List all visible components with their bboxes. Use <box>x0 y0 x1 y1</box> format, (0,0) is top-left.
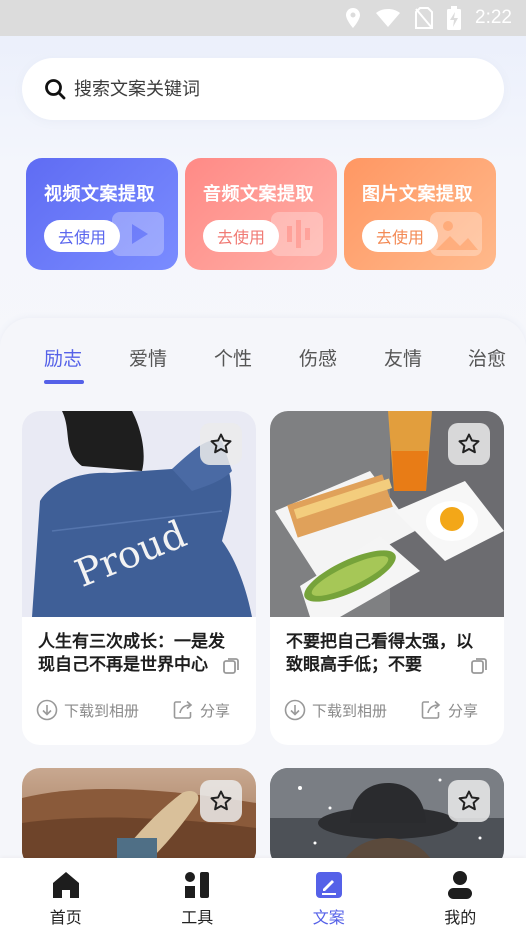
star-icon <box>458 433 480 454</box>
download-label: 下载到相册 <box>312 701 388 720</box>
quote-text: 不要把自己看得太强，以致眼高手低；不要 <box>286 632 473 675</box>
nav-tools-label: 工具 <box>181 908 214 927</box>
quote-card[interactable]: 不要把自己看得太强，以致眼高手低；不要 下载到相册 分享 <box>270 411 504 745</box>
no-sim-icon <box>415 7 434 29</box>
copywriting-icon <box>315 872 342 898</box>
copy-icon[interactable] <box>222 657 240 675</box>
video-extract-card[interactable]: 视频文案提取 去使用 <box>26 158 178 270</box>
tab-inspirational[interactable]: 励志 <box>44 344 82 371</box>
download-icon <box>36 699 58 721</box>
favorite-button[interactable] <box>200 423 242 465</box>
favorite-button[interactable] <box>200 780 242 822</box>
copy-icon[interactable] <box>470 657 488 675</box>
star-icon <box>458 790 480 811</box>
active-tab-indicator <box>44 380 84 384</box>
video-extract-button[interactable]: 去使用 <box>44 220 120 252</box>
bottom-nav: 首页 工具 文案 我的 <box>0 858 526 936</box>
nav-copywriting[interactable]: 文案 <box>263 858 395 936</box>
download-icon <box>284 699 306 721</box>
audio-extract-title: 音频文案提取 <box>203 184 314 205</box>
quote-card[interactable] <box>270 768 504 868</box>
image-extract-button[interactable]: 去使用 <box>362 220 438 252</box>
status-time: 2:22 <box>475 7 512 28</box>
share-label: 分享 <box>200 701 231 720</box>
download-button[interactable]: 下载到相册 <box>284 699 387 721</box>
quote-text: 人生有三次成长：一是发现自己不再是世界中心 <box>38 632 225 675</box>
share-icon <box>421 700 441 719</box>
tab-love[interactable]: 爱情 <box>129 344 167 371</box>
audio-extract-button[interactable]: 去使用 <box>203 220 279 252</box>
download-button[interactable]: 下载到相册 <box>36 699 139 721</box>
star-icon <box>210 790 232 811</box>
nav-profile[interactable]: 我的 <box>395 858 526 936</box>
image-extract-card[interactable]: 图片文案提取 去使用 <box>344 158 496 270</box>
share-button[interactable]: 分享 <box>172 699 230 721</box>
nav-home[interactable]: 首页 <box>0 858 132 936</box>
quote-card[interactable] <box>22 768 256 868</box>
search-input[interactable] <box>74 78 454 100</box>
nav-profile-label: 我的 <box>444 908 477 927</box>
profile-icon <box>448 871 473 899</box>
share-label: 分享 <box>448 701 479 720</box>
tab-friendship[interactable]: 友情 <box>384 344 422 371</box>
share-icon <box>173 700 193 719</box>
image-extract-title: 图片文案提取 <box>362 184 473 205</box>
audio-extract-card[interactable]: 音频文案提取 去使用 <box>185 158 337 270</box>
favorite-button[interactable] <box>448 423 490 465</box>
nav-tools[interactable]: 工具 <box>132 858 264 936</box>
wifi-icon <box>376 9 401 27</box>
tools-icon <box>185 872 210 898</box>
tab-sad[interactable]: 伤感 <box>299 344 337 371</box>
quote-card[interactable]: Proud 人生有三次成长：一是发现自己不再是世界中心 下载到相册 分享 <box>22 411 256 745</box>
search-icon <box>45 79 66 100</box>
nav-home-label: 首页 <box>49 908 82 927</box>
share-button[interactable]: 分享 <box>420 699 478 721</box>
download-label: 下载到相册 <box>64 701 140 720</box>
battery-charging-icon <box>447 6 462 30</box>
nav-copywriting-label: 文案 <box>312 908 345 927</box>
video-extract-title: 视频文案提取 <box>44 184 155 205</box>
location-icon <box>346 8 361 28</box>
status-bar: 2:22 <box>0 0 526 36</box>
tab-personality[interactable]: 个性 <box>214 344 252 371</box>
star-icon <box>210 433 232 454</box>
category-tabs: 励志 爱情 个性 伤感 友情 治愈 <box>0 344 526 384</box>
home-icon <box>52 872 79 898</box>
search-box[interactable] <box>22 58 504 120</box>
tab-healing[interactable]: 治愈 <box>468 344 506 371</box>
favorite-button[interactable] <box>448 780 490 822</box>
